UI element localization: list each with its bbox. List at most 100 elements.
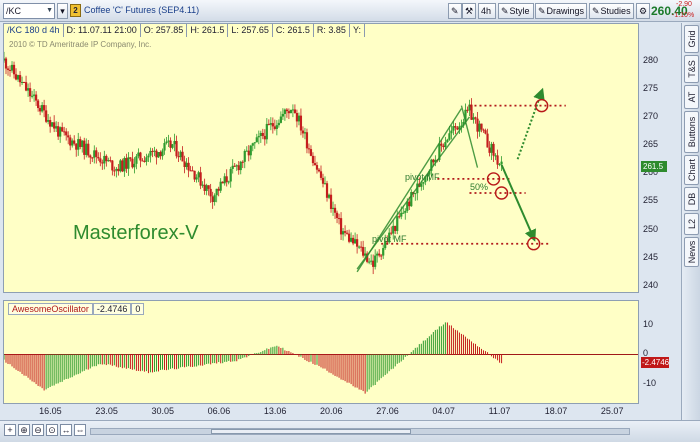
sidebar-tab-chart[interactable]: Chart <box>684 155 699 185</box>
candle-body <box>251 143 254 146</box>
candle-body <box>65 131 68 136</box>
horizontal-scrollbar[interactable] <box>90 428 630 435</box>
sidebar-tab-grid[interactable]: Grid <box>684 25 699 53</box>
sidebar-tab-db[interactable]: DB <box>684 187 699 211</box>
candle-body <box>448 133 451 140</box>
crosshair-icon[interactable]: + <box>4 424 16 436</box>
candle-body <box>47 120 50 122</box>
watermark-text: Masterforex-V <box>73 222 199 244</box>
symbol-text: /KC <box>6 6 22 16</box>
candle-body <box>209 188 212 197</box>
candle-body <box>396 216 399 232</box>
sidebar-tab-label: AT <box>686 91 697 103</box>
candle-body <box>115 168 118 171</box>
candle-body <box>117 168 120 172</box>
sidebar-tab-buttons[interactable]: Buttons <box>684 111 699 153</box>
candle-body <box>303 132 307 134</box>
candle-body <box>362 247 365 256</box>
candle-body <box>354 239 357 244</box>
expand-icon[interactable]: ⇔ <box>74 424 86 436</box>
candle-body <box>313 163 317 166</box>
candle-body <box>83 140 86 155</box>
candle-body <box>199 172 202 186</box>
right-sidebar: Grid T&S AT Buttons Chart DB L2 News <box>681 23 700 420</box>
candle-body <box>107 160 110 162</box>
candle-body <box>392 225 395 234</box>
bar-date: D: 11.07.11 21:00 <box>64 24 141 37</box>
studies-label: Studies <box>600 6 631 16</box>
sidebar-tab-t-s[interactable]: T&S <box>684 55 699 83</box>
tools-button[interactable]: ⚒ <box>462 3 476 19</box>
oscillator-header: AwesomeOscillator -2.4746 0 <box>8 303 145 315</box>
style-icon: ✎ <box>501 6 509 16</box>
zoom-out-icon[interactable]: ⊖ <box>32 424 44 436</box>
candle-body <box>265 123 268 140</box>
pencil-icon: ✎ <box>451 6 459 16</box>
candle-body <box>161 150 164 157</box>
candle-body <box>398 216 401 218</box>
candle-body <box>337 218 341 220</box>
sidebar-tab-l2[interactable]: L2 <box>684 213 699 235</box>
candle-body <box>478 123 481 132</box>
time-tick-label: 23.05 <box>95 406 118 416</box>
candle-body <box>32 94 36 96</box>
oscillator-name[interactable]: AwesomeOscillator <box>8 303 93 315</box>
candle-body <box>275 125 278 129</box>
link-group-badge[interactable]: 2 <box>70 4 81 17</box>
candle-body <box>331 207 335 209</box>
info-bar: /KC 180 d 4h D: 11.07.11 21:00 O: 257.85 H:… <box>4 24 640 37</box>
settings-button[interactable]: ⚙ <box>636 3 650 19</box>
oscillator-axis: 10 0 -10 <box>640 300 680 404</box>
candle-body <box>191 170 194 172</box>
candle-body <box>18 75 22 83</box>
oscillator-panel[interactable]: AwesomeOscillator -2.4746 0 <box>3 300 639 404</box>
candle-body <box>51 122 54 127</box>
sidebar-tab-at[interactable]: AT <box>684 85 699 109</box>
candle-body <box>273 126 276 129</box>
candle-body <box>450 130 453 134</box>
zoom-reset-icon[interactable]: ⊙ <box>46 424 58 436</box>
candle-body <box>484 130 487 134</box>
candle-body <box>95 150 98 157</box>
current-price-tag: 261.5 <box>641 161 667 172</box>
candle-body <box>414 193 417 195</box>
price-axis[interactable]: 280 275 270 265 260 255 250 245 240 <box>640 23 680 293</box>
candle-body <box>444 142 447 148</box>
price-chart-panel[interactable]: /KC 180 d 4h D: 11.07.11 21:00 O: 257.85 H:… <box>3 23 639 293</box>
candle-body <box>55 126 58 129</box>
candle-body <box>255 137 258 143</box>
time-tick-label: 25.07 <box>600 406 624 416</box>
candle-body <box>91 157 94 159</box>
timeframe-button[interactable]: 4h <box>478 3 496 19</box>
drawings-button[interactable]: ✎Drawings <box>535 3 587 19</box>
oscillator-value: -2.4746 <box>92 303 132 315</box>
pan-icon[interactable]: ↔ <box>60 424 72 436</box>
symbol-input[interactable]: /KC ▼ <box>3 3 55 19</box>
candle-body <box>261 132 264 136</box>
chevron-down-icon[interactable]: ▼ <box>46 4 53 18</box>
time-axis[interactable]: 16.05 23.05 30.05 06.06 13.06 20.06 27.06 04.07… <box>3 405 639 419</box>
candle-body <box>335 212 339 219</box>
fib-50-label: 50% <box>470 182 489 192</box>
candle-body <box>352 237 355 244</box>
symbol-dropdown-button[interactable]: ▾ <box>57 3 68 19</box>
candle-body <box>343 231 347 233</box>
time-tick-label: 30.05 <box>151 406 175 416</box>
candle-body <box>125 158 128 169</box>
style-button[interactable]: ✎Style <box>498 3 534 19</box>
candle-body <box>195 177 198 180</box>
draw-tool-button[interactable]: ✎ <box>448 3 462 19</box>
studies-button[interactable]: ✎Studies <box>589 3 634 19</box>
candle-body <box>159 152 162 157</box>
zoom-in-icon[interactable]: ⊕ <box>18 424 30 436</box>
sidebar-tab-news[interactable]: News <box>684 237 699 267</box>
candle-body <box>105 155 108 162</box>
candle-body <box>6 68 10 70</box>
oscillator-value-tag: -2.4746 <box>641 357 670 368</box>
candle-body <box>129 157 132 159</box>
candle-body <box>239 161 242 171</box>
scrollbar-thumb[interactable] <box>211 429 411 434</box>
candle-body <box>283 109 286 114</box>
candle-body <box>197 172 200 178</box>
candle-body <box>123 158 126 172</box>
